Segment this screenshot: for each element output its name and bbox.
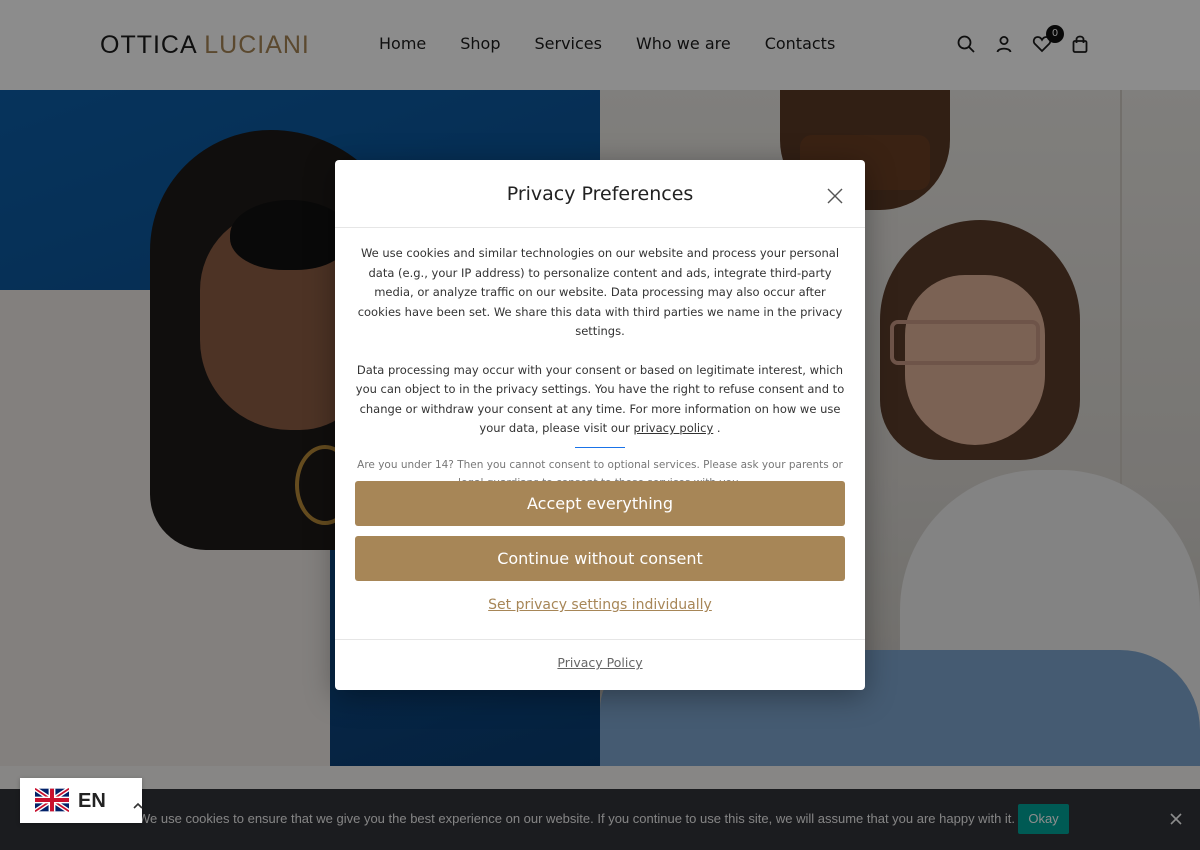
consent-paragraph-1: We use cookies and similar technologies … [357, 246, 843, 338]
language-code: EN [78, 790, 106, 812]
language-switcher[interactable]: EN [20, 778, 144, 823]
dialog-footer: Privacy Policy [335, 639, 865, 690]
chevron-up-icon [132, 796, 144, 809]
set-privacy-individually-link[interactable]: Set privacy settings individually [335, 597, 865, 613]
privacy-preferences-dialog: Privacy Preferences We use cookies and s… [335, 160, 865, 690]
uk-flag-icon [33, 786, 71, 814]
consent-paragraph-2-end: . [716, 421, 721, 435]
privacy-policy-footer-link[interactable]: Privacy Policy [335, 655, 865, 670]
dialog-body: We use cookies and similar technologies … [355, 244, 845, 492]
consent-paragraph-2-text: Data processing may occur with your cons… [355, 362, 845, 436]
dialog-close-icon[interactable] [823, 184, 847, 208]
dialog-title: Privacy Preferences [506, 183, 694, 205]
consent-paragraph-2: Data processing may occur with your cons… [355, 361, 845, 439]
accept-everything-button[interactable]: Accept everything [355, 481, 845, 526]
dialog-divider [575, 446, 625, 448]
continue-without-consent-button[interactable]: Continue without consent [355, 536, 845, 581]
dialog-header: Privacy Preferences [335, 160, 865, 228]
privacy-policy-inline-link[interactable]: privacy policy [634, 421, 714, 435]
